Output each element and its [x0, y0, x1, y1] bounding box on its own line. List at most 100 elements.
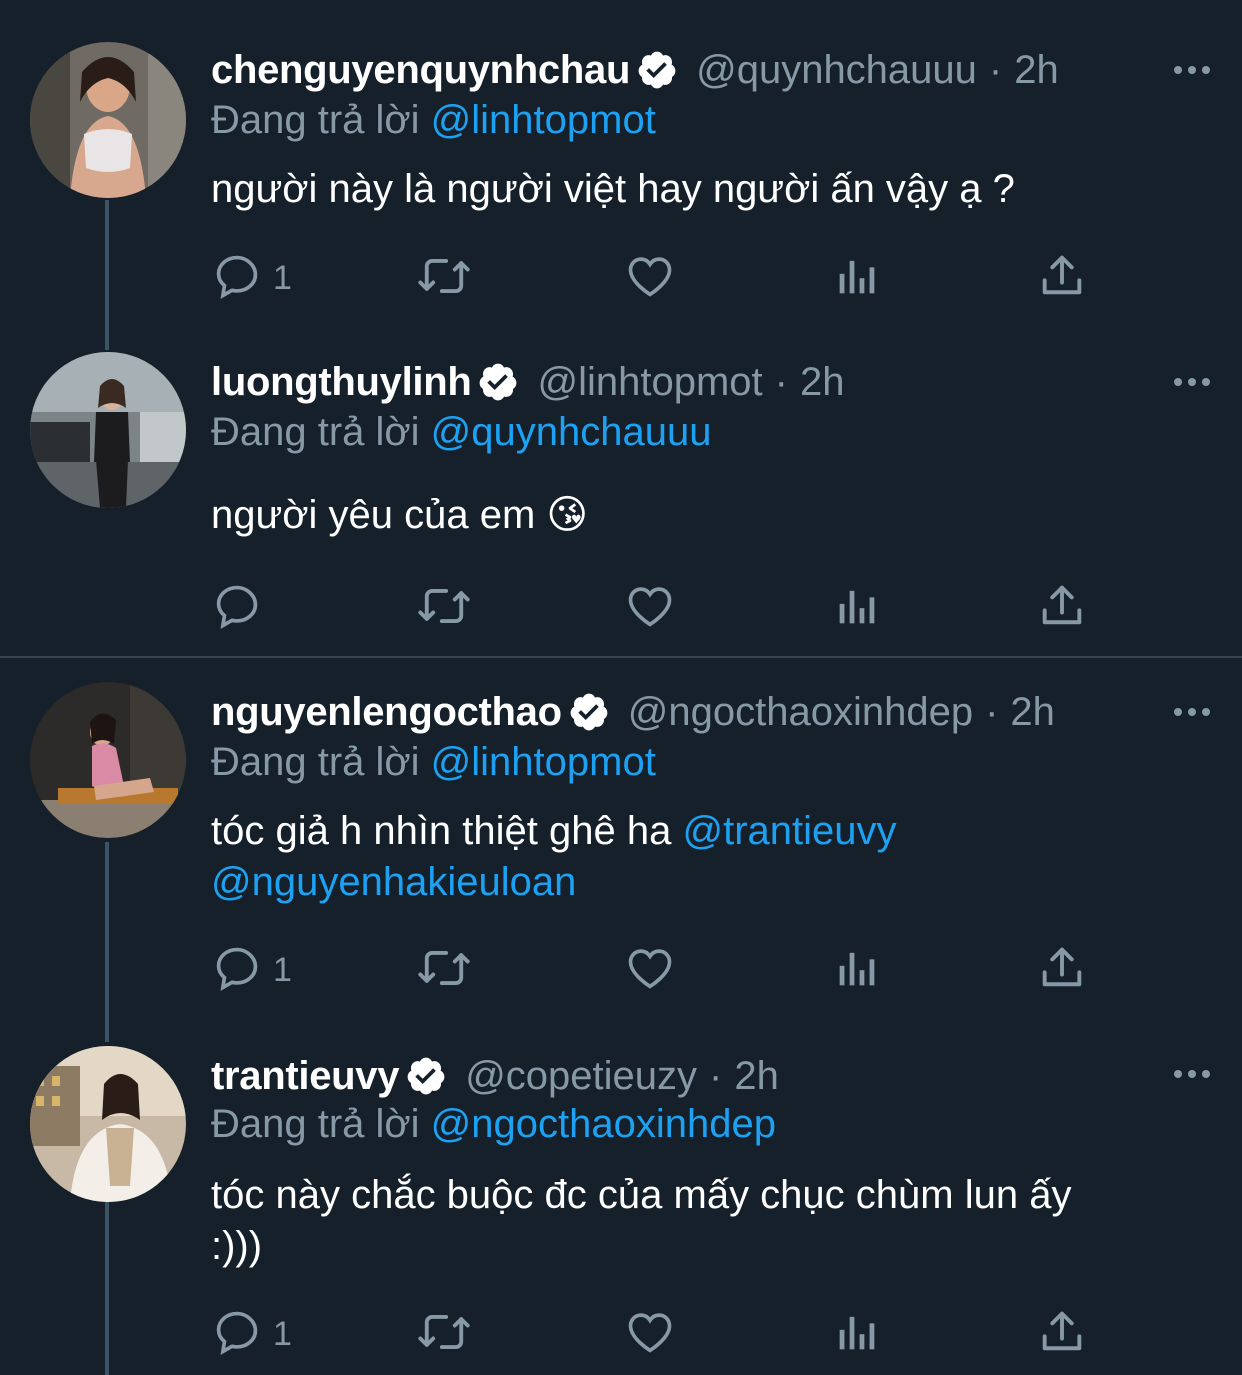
retweet-icon — [416, 580, 472, 637]
reply-button[interactable]: 1 — [211, 250, 292, 307]
action-bar: 1 — [211, 942, 1111, 998]
timestamp[interactable]: 2h — [1010, 690, 1055, 735]
reply-count: 1 — [273, 259, 292, 297]
reply-to-mention[interactable]: @quynhchauuu — [431, 410, 712, 454]
verified-badge-icon — [568, 691, 610, 733]
reply-icon — [211, 942, 263, 999]
reply-prefix: Đang trả lời — [211, 1102, 420, 1146]
tweet-header: luongthuylinh @linhtopmot · 2h — [211, 354, 844, 410]
tweet[interactable]: chenguyenquynhchau @quynhchauuu · 2h Đan… — [0, 0, 1242, 330]
analytics-button[interactable] — [831, 942, 883, 999]
user-handle[interactable]: @copetieuzy — [465, 1054, 697, 1099]
reply-context: Đang trả lời @ngocthaoxinhdep — [211, 1102, 776, 1147]
tweet-text: người này là người việt hay người ấn vậy… — [211, 167, 1015, 211]
reply-button[interactable] — [211, 580, 273, 637]
tweet-header: trantieuvy @copetieuzy · 2h — [211, 1048, 779, 1104]
retweet-icon — [416, 1306, 472, 1363]
timestamp[interactable]: 2h — [734, 1054, 779, 1099]
analytics-button[interactable] — [831, 1306, 883, 1363]
action-bar: 1 — [211, 250, 1111, 306]
display-name[interactable]: chenguyenquynhchau — [211, 48, 630, 93]
reply-prefix: Đang trả lời — [211, 98, 420, 142]
share-button[interactable] — [1036, 1306, 1088, 1363]
verified-badge-icon — [636, 49, 678, 91]
user-handle[interactable]: @ngocthaoxinhdep — [628, 690, 973, 735]
analytics-button[interactable] — [831, 580, 883, 637]
reply-icon — [211, 1306, 263, 1363]
verified-badge-icon — [477, 361, 519, 403]
retweet-icon — [416, 250, 472, 307]
timestamp[interactable]: 2h — [1014, 48, 1059, 93]
action-bar: 1 — [211, 1306, 1111, 1362]
display-name[interactable]: luongthuylinh — [211, 360, 472, 405]
reply-count: 1 — [273, 951, 292, 989]
reply-icon — [211, 580, 263, 637]
reply-icon — [211, 250, 263, 307]
user-handle[interactable]: @quynhchauuu — [696, 48, 977, 93]
more-options-icon[interactable] — [1174, 378, 1210, 386]
share-icon — [1036, 250, 1088, 307]
separator-dot: · — [774, 359, 788, 404]
like-button[interactable] — [624, 250, 676, 307]
reply-count: 1 — [273, 1315, 292, 1353]
reply-prefix: Đang trả lời — [211, 410, 420, 454]
separator-dot: · — [988, 47, 1003, 92]
tweet-text: người yêu của em 😘 — [211, 490, 1171, 541]
timestamp[interactable]: 2h — [800, 360, 845, 405]
share-icon — [1036, 942, 1088, 999]
retweet-button[interactable] — [416, 250, 472, 307]
like-button[interactable] — [624, 1306, 676, 1363]
heart-icon — [624, 942, 676, 999]
avatar[interactable] — [30, 682, 186, 838]
analytics-icon — [831, 1306, 883, 1363]
reply-to-mention[interactable]: @ngocthaoxinhdep — [431, 1102, 776, 1146]
analytics-icon — [831, 942, 883, 999]
reply-button[interactable]: 1 — [211, 942, 292, 999]
avatar[interactable] — [30, 42, 186, 198]
tweet-header: nguyenlengocthao @ngocthaoxinhdep · 2h — [211, 684, 1055, 740]
more-options-icon[interactable] — [1174, 708, 1210, 716]
analytics-button[interactable] — [831, 250, 883, 307]
tweet-mention[interactable]: @nguyenhakieuloan — [211, 860, 576, 904]
display-name[interactable]: trantieuvy — [211, 1054, 399, 1099]
tweet-mention[interactable]: @trantieuvy — [682, 809, 896, 853]
reply-to-mention[interactable]: @linhtopmot — [431, 98, 656, 142]
retweet-icon — [416, 942, 472, 999]
share-button[interactable] — [1036, 942, 1088, 999]
reply-context: Đang trả lời @linhtopmot — [211, 740, 656, 785]
display-name[interactable]: nguyenlengocthao — [211, 690, 562, 735]
retweet-button[interactable] — [416, 580, 472, 637]
share-button[interactable] — [1036, 250, 1088, 307]
separator-dot: · — [709, 1053, 723, 1098]
kiss-emoji-icon: 😘 — [546, 493, 589, 537]
retweet-button[interactable] — [416, 942, 472, 999]
analytics-icon — [831, 580, 883, 637]
like-button[interactable] — [624, 942, 676, 999]
more-options-icon[interactable] — [1174, 66, 1210, 74]
tweet-text-body: người yêu của em — [211, 493, 536, 537]
heart-icon — [624, 250, 676, 307]
tweet-text: tóc này chắc buộc đc của mấy chục chùm l… — [211, 1173, 1072, 1268]
share-button[interactable] — [1036, 580, 1088, 637]
reply-prefix: Đang trả lời — [211, 740, 420, 784]
tweet[interactable]: nguyenlengocthao @ngocthaoxinhdep · 2h Đ… — [0, 660, 1242, 1022]
verified-badge-icon — [405, 1055, 447, 1097]
retweet-button[interactable] — [416, 1306, 472, 1363]
avatar[interactable] — [30, 1046, 186, 1202]
thread-divider — [0, 656, 1242, 658]
avatar[interactable] — [30, 352, 186, 508]
action-bar — [211, 580, 1111, 636]
tweet[interactable]: luongthuylinh @linhtopmot · 2h Đang trả … — [0, 330, 1242, 656]
reply-button[interactable]: 1 — [211, 1306, 292, 1363]
reply-to-mention[interactable]: @linhtopmot — [431, 740, 656, 784]
like-button[interactable] — [624, 580, 676, 637]
tweet-header: chenguyenquynhchau @quynhchauuu · 2h — [211, 42, 1059, 98]
more-options-icon[interactable] — [1174, 1070, 1210, 1078]
heart-icon — [624, 1306, 676, 1363]
user-handle[interactable]: @linhtopmot — [537, 360, 762, 405]
share-icon — [1036, 580, 1088, 637]
tweet[interactable]: trantieuvy @copetieuzy · 2h Đang trả lời… — [0, 1022, 1242, 1375]
heart-icon — [624, 580, 676, 637]
tweet-text-body: tóc giả h nhìn thiệt ghê ha — [211, 809, 683, 853]
analytics-icon — [831, 250, 883, 307]
